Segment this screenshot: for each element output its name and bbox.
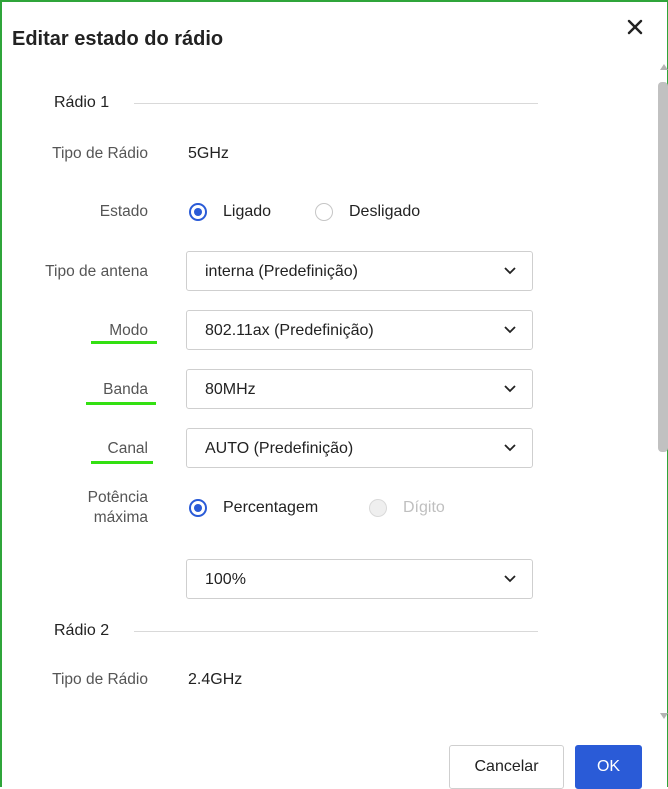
state-on-label: Ligado	[223, 203, 272, 220]
close-icon[interactable]	[624, 16, 646, 38]
radio1-section-title: Rádio 1	[54, 94, 110, 111]
section-divider	[134, 103, 538, 104]
dialog-title: Editar estado do rádio	[12, 28, 224, 50]
radio-disabled-icon	[369, 499, 387, 517]
antenna-label: Tipo de antena	[45, 263, 148, 280]
power-select-value: 100%	[205, 571, 246, 588]
band-label: Banda	[103, 381, 148, 398]
radio-unselected-icon[interactable]	[315, 203, 333, 221]
channel-select[interactable]: AUTO (Predefinição)	[186, 428, 533, 468]
state-on-radio[interactable]: Ligado	[189, 203, 271, 221]
chevron-down-icon	[504, 267, 516, 275]
state-off-radio[interactable]: Desligado	[315, 203, 420, 221]
radio1-type-label: Tipo de Rádio	[52, 145, 148, 162]
radio-selected-icon[interactable]	[189, 499, 207, 517]
chevron-down-icon	[504, 575, 516, 583]
band-highlight	[86, 402, 156, 405]
power-value-select[interactable]: 100%	[186, 559, 533, 599]
mode-select-value: 802.11ax (Predefinição)	[205, 322, 374, 339]
radio1-type-value: 5GHz	[188, 145, 229, 162]
channel-label: Canal	[107, 440, 149, 457]
cancel-button[interactable]: Cancelar	[449, 745, 564, 789]
band-select-value: 80MHz	[205, 381, 256, 398]
power-percent-radio[interactable]: Percentagem	[189, 499, 318, 517]
radio-selected-icon[interactable]	[189, 203, 207, 221]
mode-select[interactable]: 802.11ax (Predefinição)	[186, 310, 533, 350]
mode-highlight	[91, 341, 157, 344]
max-power-label-line1: Potência	[87, 489, 148, 506]
scroll-down-arrow-icon[interactable]	[660, 713, 668, 719]
state-label: Estado	[99, 203, 148, 220]
power-percent-label: Percentagem	[223, 499, 319, 516]
mode-label: Modo	[109, 322, 148, 339]
edit-radio-dialog: Editar estado do rádio Rádio 1 Tipo de R…	[0, 0, 668, 789]
channel-highlight	[91, 461, 153, 464]
power-digit-radio: Dígito	[369, 499, 445, 517]
antenna-select-value: interna (Predefinição)	[205, 263, 358, 280]
max-power-label-line2: máxima	[93, 509, 148, 526]
scrollbar-thumb[interactable]	[658, 82, 668, 452]
band-select[interactable]: 80MHz	[186, 369, 533, 409]
section-divider	[134, 631, 538, 632]
radio2-type-value: 2.4GHz	[188, 671, 243, 688]
max-power-label: Potência máxima	[88, 488, 148, 528]
chevron-down-icon	[504, 326, 516, 334]
antenna-select[interactable]: interna (Predefinição)	[186, 251, 533, 291]
channel-select-value: AUTO (Predefinição)	[205, 440, 354, 457]
ok-button[interactable]: OK	[575, 745, 642, 789]
state-off-label: Desligado	[349, 203, 421, 220]
chevron-down-icon	[504, 444, 516, 452]
scroll-up-arrow-icon[interactable]	[660, 64, 668, 70]
power-digit-label: Dígito	[403, 499, 445, 516]
radio2-section-title: Rádio 2	[54, 622, 110, 639]
chevron-down-icon	[504, 385, 516, 393]
radio2-type-label: Tipo de Rádio	[52, 671, 148, 688]
